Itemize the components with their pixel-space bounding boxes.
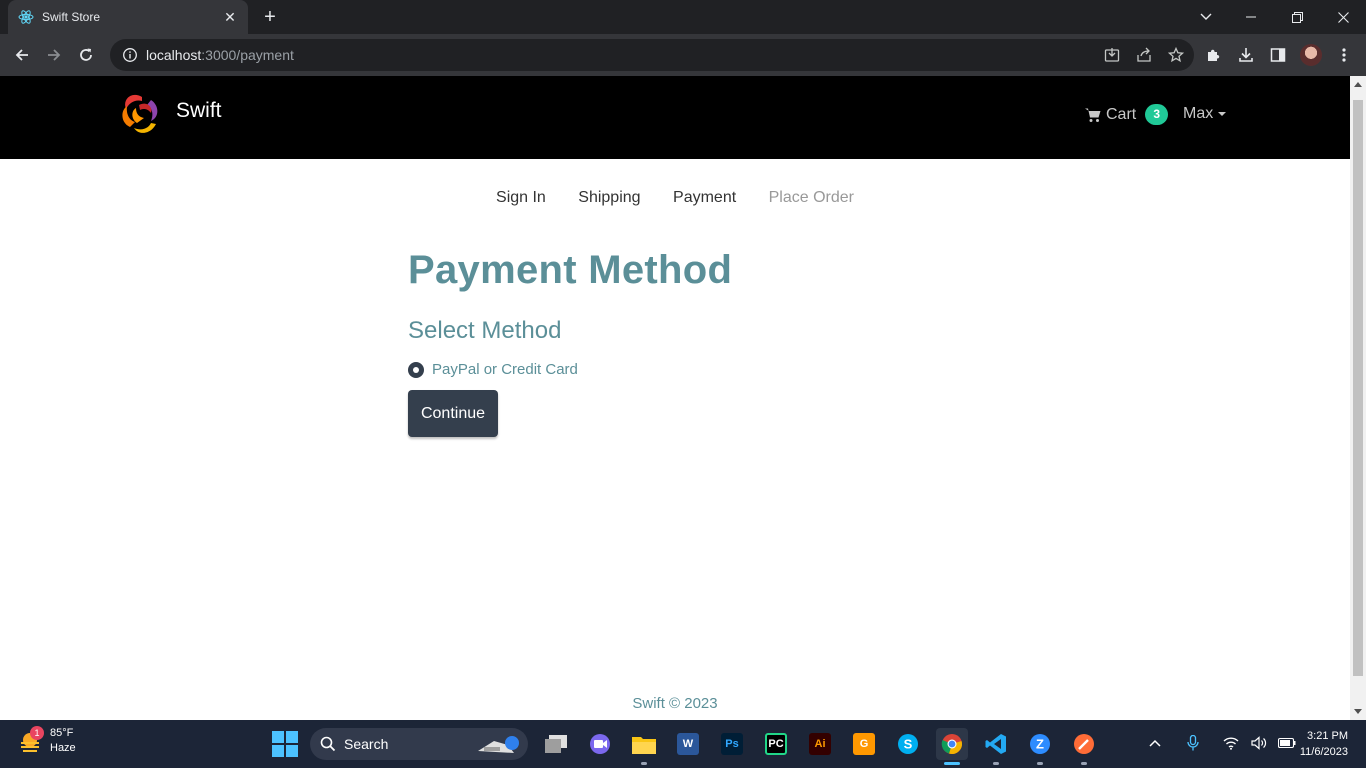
- react-icon: [18, 10, 34, 24]
- close-window-icon[interactable]: [1320, 0, 1366, 34]
- tab-title: Swift Store: [42, 10, 101, 24]
- browser-toolbar: localhost:3000/payment: [0, 34, 1366, 76]
- chevron-up-icon[interactable]: [1146, 734, 1164, 752]
- form-legend: Select Method: [408, 317, 562, 344]
- paypal-radio[interactable]: [408, 361, 424, 378]
- kebab-menu-icon[interactable]: [1334, 45, 1354, 65]
- forward-arrow-icon[interactable]: [41, 42, 67, 68]
- taskbar-apps: Search W Ps PC Ai G S Z: [272, 728, 1100, 765]
- share-icon[interactable]: [1134, 45, 1154, 65]
- brand-link[interactable]: Swift: [117, 89, 222, 139]
- brand-name: Swift: [176, 99, 222, 122]
- weather-haze-icon: 1: [18, 726, 44, 754]
- cart-count-badge: 3: [1145, 104, 1169, 125]
- new-tab-button[interactable]: +: [258, 6, 282, 28]
- side-panel-icon[interactable]: [1268, 45, 1288, 65]
- wifi-icon[interactable]: [1222, 734, 1240, 752]
- windows-taskbar: 1 85°F Haze Search W Ps PC Ai G S Z 3:21…: [0, 720, 1366, 768]
- reload-icon[interactable]: [73, 42, 99, 68]
- pdf-app-icon[interactable]: G: [848, 728, 880, 760]
- step-place-order: Place Order: [768, 189, 854, 206]
- weather-badge: 1: [30, 726, 44, 740]
- svg-text:Z: Z: [1036, 737, 1044, 752]
- search-icon: [320, 736, 336, 752]
- pycharm-icon[interactable]: PC: [760, 728, 792, 760]
- tab-search-chevron-icon[interactable]: [1194, 0, 1218, 34]
- illustrator-icon[interactable]: Ai: [804, 728, 836, 760]
- continue-button[interactable]: Continue: [408, 390, 498, 437]
- search-highlight-icon: [478, 736, 519, 753]
- search-label: Search: [344, 736, 389, 752]
- scroll-up-icon[interactable]: [1354, 82, 1362, 87]
- step-shipping[interactable]: Shipping: [578, 189, 640, 207]
- postman-icon[interactable]: [1068, 728, 1100, 765]
- skype-icon[interactable]: S: [892, 728, 924, 760]
- payment-form: Payment Method Select Method PayPal or C…: [408, 248, 732, 437]
- zoom-icon[interactable]: Z: [1024, 728, 1056, 765]
- window-controls: [1228, 0, 1366, 34]
- step-payment[interactable]: Payment: [673, 189, 736, 207]
- info-icon[interactable]: [122, 47, 138, 63]
- weather-widget[interactable]: 1 85°F Haze: [18, 726, 76, 756]
- file-explorer-icon[interactable]: [628, 728, 660, 765]
- vscode-icon[interactable]: [980, 728, 1012, 765]
- web-page: Swift Cart 3 Max Sign In Shipping Paymen…: [0, 76, 1350, 720]
- profile-avatar[interactable]: [1300, 44, 1322, 66]
- page-scrollbar[interactable]: [1350, 76, 1366, 720]
- weather-temperature: 85°F: [50, 727, 74, 739]
- task-view-icon[interactable]: [540, 728, 572, 760]
- paypal-radio-label[interactable]: PayPal or Credit Card: [432, 361, 578, 378]
- cart-link[interactable]: Cart 3: [1085, 104, 1169, 125]
- close-tab-icon[interactable]: ✕: [222, 9, 238, 26]
- page-title: Payment Method: [408, 248, 733, 292]
- browser-tabbar: Swift Store ✕ +: [0, 0, 1366, 34]
- install-app-icon[interactable]: [1102, 45, 1122, 65]
- windows-start-icon[interactable]: [272, 731, 298, 757]
- site-navbar: Swift Cart 3 Max: [0, 76, 1350, 159]
- address-bar[interactable]: localhost:3000/payment: [110, 39, 1194, 71]
- checkout-steps: Sign In Shipping Payment Place Order: [0, 189, 1350, 207]
- word-icon[interactable]: W: [672, 728, 704, 760]
- downloads-icon[interactable]: [1236, 45, 1256, 65]
- microphone-icon[interactable]: [1184, 734, 1202, 752]
- step-sign-in[interactable]: Sign In: [496, 189, 546, 207]
- url-text: localhost:3000/payment: [146, 47, 294, 63]
- footer-text: Swift © 2023: [632, 695, 718, 712]
- swift-logo-icon: [122, 94, 158, 133]
- restore-icon[interactable]: [1274, 0, 1320, 34]
- photoshop-icon[interactable]: Ps: [716, 728, 748, 760]
- extensions-puzzle-icon[interactable]: [1204, 45, 1224, 65]
- clock-time: 3:21 PM: [1307, 730, 1348, 742]
- volume-icon[interactable]: [1250, 734, 1268, 752]
- meet-video-icon[interactable]: [584, 728, 616, 760]
- taskbar-search[interactable]: Search: [310, 728, 528, 760]
- shopping-cart-icon: [1085, 108, 1101, 122]
- minimize-icon[interactable]: [1228, 0, 1274, 34]
- system-tray: [1146, 734, 1296, 752]
- back-arrow-icon[interactable]: [9, 42, 35, 68]
- payment-option-row[interactable]: PayPal or Credit Card: [408, 361, 732, 378]
- caret-down-icon: [1218, 112, 1227, 116]
- scroll-thumb[interactable]: [1353, 100, 1363, 676]
- clock-date: 11/6/2023: [1299, 746, 1348, 758]
- system-clock[interactable]: 3:21 PM 11/6/2023: [1286, 728, 1348, 760]
- svg-text:S: S: [904, 737, 913, 752]
- user-dropdown-toggle[interactable]: Max: [1183, 105, 1227, 123]
- user-name: Max: [1183, 105, 1214, 122]
- bookmark-star-icon[interactable]: [1166, 45, 1186, 65]
- browser-tab[interactable]: Swift Store ✕: [8, 0, 248, 34]
- cart-label: Cart: [1106, 105, 1137, 123]
- chrome-icon[interactable]: [936, 728, 968, 765]
- weather-condition: Haze: [50, 742, 76, 754]
- scroll-down-icon[interactable]: [1354, 709, 1362, 714]
